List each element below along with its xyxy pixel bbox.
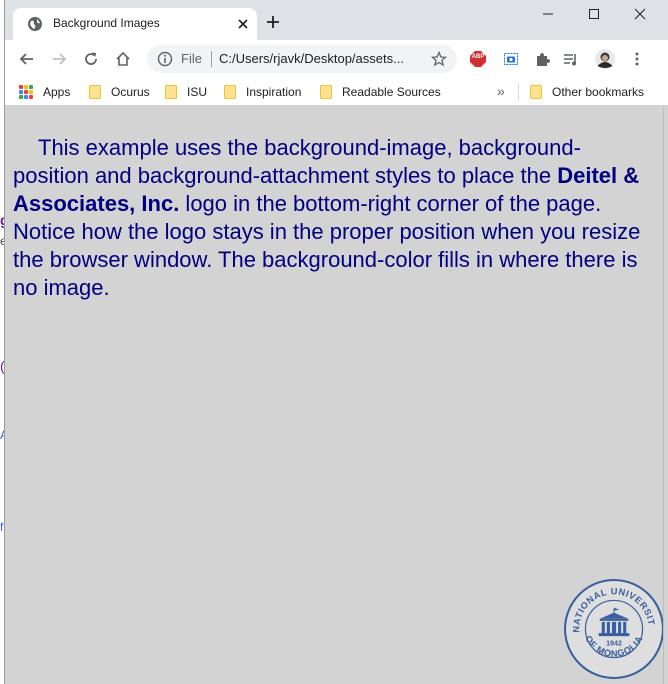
close-icon [634,8,646,20]
reading-list-button[interactable] [561,49,581,69]
browser-toolbar: File C:/Users/rjavk/Desktop/assets... AB… [5,40,668,78]
paragraph-text-start: This example uses the background-image, … [13,135,581,188]
new-tab-icon[interactable] [265,14,281,30]
bookmarks-bar: Apps Ocurus ISU Inspiration Readable Sou… [5,78,668,106]
underlying-text-fragment: f [0,520,4,534]
close-window-button[interactable] [617,0,663,28]
home-icon [116,51,130,66]
window-right-edge [663,107,668,684]
forward-arrow-icon [53,53,67,65]
bookmark-inspiration[interactable]: Inspiration [224,83,301,101]
omnibox-divider [211,51,212,67]
info-icon[interactable] [157,51,173,67]
back-button[interactable] [17,49,37,69]
home-button[interactable] [113,49,133,69]
minimize-icon [543,13,553,15]
bookmark-label: Ocurus [111,85,150,99]
bookmark-readable-sources[interactable]: Readable Sources [320,83,441,101]
minimize-button[interactable] [525,0,571,28]
bookmarks-overflow-button[interactable]: » [497,83,505,99]
close-tab-icon[interactable] [235,16,251,32]
bookmark-label: Apps [43,85,71,99]
tab-title: Background Images [53,16,160,30]
description-paragraph: This example uses the background-image, … [13,134,653,302]
bookmark-star-icon[interactable] [431,51,447,67]
folder-icon [89,85,101,99]
url-text[interactable]: C:/Users/rjavk/Desktop/assets... [219,51,404,66]
reload-icon [85,52,97,65]
bookmark-apps[interactable]: Apps [19,83,70,101]
adblock-plus-button[interactable]: ABP [468,49,488,69]
folder-icon [165,85,177,99]
university-logo: NATIONAL UNIVERSITY OF MONGOLIA 1942 [563,578,663,679]
bookmark-isu[interactable]: ISU [165,83,207,101]
folder-icon [320,85,332,99]
bookmark-ocurus[interactable]: Ocurus [89,83,150,101]
puzzle-piece-icon [537,53,550,66]
avatar [595,49,615,69]
playlist-icon [564,54,576,66]
logo-year: 1942 [606,639,622,647]
title-bar: Background Images [5,0,668,40]
url-scheme-label: File [181,51,202,66]
reload-button[interactable] [81,49,101,69]
adblock-plus-label: ABP [471,54,485,60]
tab-background-images[interactable]: Background Images [13,8,257,40]
maximize-button[interactable] [571,0,617,28]
folder-icon [224,85,236,99]
apps-grid-icon [19,85,33,99]
bookmark-label: ISU [187,85,208,99]
bookmark-label: Inspiration [246,85,302,99]
bookmarks-divider [518,83,519,101]
globe-icon [28,17,42,31]
bookmark-other-bookmarks[interactable]: Other bookmarks [530,83,644,101]
browser-window: Background Images File C:/Users/rjavk/De… [4,0,668,684]
address-bar[interactable]: File C:/Users/rjavk/Desktop/assets... [147,45,457,73]
back-arrow-icon [19,53,33,65]
page-content: This example uses the background-image, … [5,107,663,684]
profile-button[interactable] [595,49,615,69]
screenshot-extension-button[interactable] [501,49,521,69]
bookmark-label: Other bookmarks [552,85,645,99]
folder-icon [530,85,542,99]
bookmark-label: Readable Sources [342,85,441,99]
extensions-button[interactable] [532,49,552,69]
menu-button[interactable] [627,49,647,69]
more-vert-icon [635,52,639,66]
camera-icon [504,53,518,65]
maximize-icon [589,9,599,19]
forward-button[interactable] [49,49,69,69]
